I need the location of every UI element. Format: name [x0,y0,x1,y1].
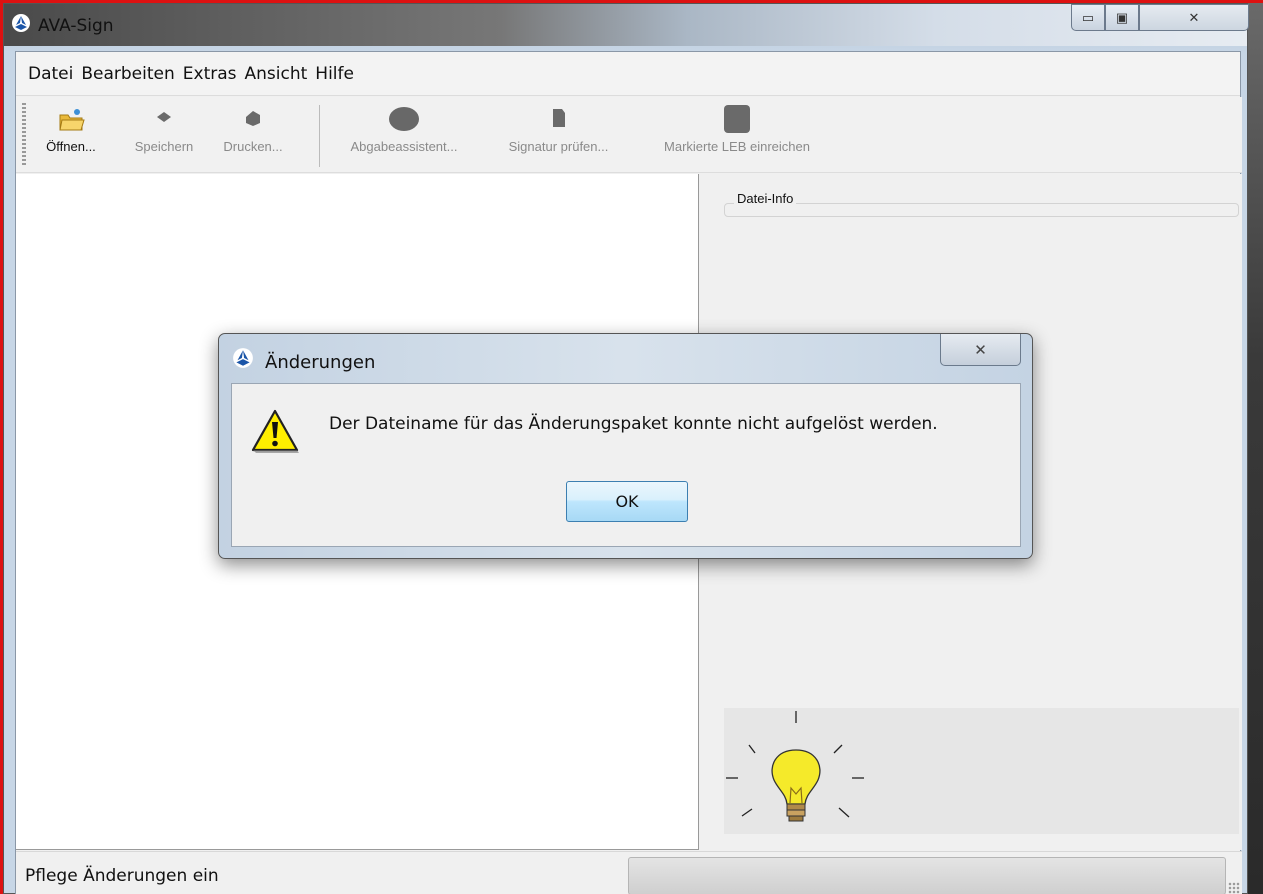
status-bar: Pflege Änderungen ein [16,851,1242,894]
save-button[interactable]: Speichern [124,103,204,154]
toolbar-separator [319,105,320,167]
signature-icon [552,109,565,127]
close-button[interactable]: ✕ [1139,4,1249,31]
app-logo-icon [233,348,253,368]
verify-label: Signatur prüfen... [508,139,609,154]
changes-dialog: Änderungen ✕ Der Dateiname für das Änder… [218,333,1033,559]
dialog-message: Der Dateiname für das Änderungspaket kon… [329,414,938,434]
hint-panel [724,708,1239,834]
print-icon [246,111,260,126]
wizard-label: Abgabeassistent... [350,139,458,154]
print-label: Drucken... [223,139,283,154]
window-title: AVA-Sign [38,16,114,36]
print-button[interactable]: Drucken... [216,103,290,154]
file-info-group [724,203,1239,217]
wizard-button[interactable]: Abgabeassistent... [334,103,474,154]
toolbar: Öffnen... Speichern Drucken... Abgabeass… [16,97,1242,173]
minimize-button[interactable]: ▭ [1071,4,1105,31]
ok-button[interactable]: OK [566,481,688,522]
resize-grip[interactable] [1228,882,1240,894]
save-icon [157,112,171,122]
wizard-icon [389,107,419,131]
dialog-close-button[interactable]: ✕ [940,334,1021,366]
desktop-background [1248,0,1263,894]
menu-datei[interactable]: Datei [28,62,73,86]
toolbar-grip[interactable] [22,103,26,167]
progress-bar [628,857,1226,894]
file-info-label: Datei-Info [734,191,797,206]
menu-ansicht[interactable]: Ansicht [245,62,308,86]
lightbulb-icon [726,711,864,822]
warning-icon [251,409,299,453]
open-button[interactable]: Öffnen... [34,103,108,154]
menu-hilfe[interactable]: Hilfe [315,62,354,86]
dialog-body: Der Dateiname für das Änderungspaket kon… [231,383,1021,547]
submit-icon [724,105,750,133]
submit-leb-button[interactable]: Markierte LEB einreichen [642,103,832,154]
status-text: Pflege Änderungen ein [25,866,219,886]
red-frame-left [0,0,3,894]
verify-signature-button[interactable]: Signatur prüfen... [491,103,626,154]
red-frame-top [0,0,1263,3]
maximize-button[interactable]: ▣ [1105,4,1139,31]
save-label: Speichern [134,139,194,154]
dialog-title: Änderungen [265,352,376,373]
submit-label: Markierte LEB einreichen [664,139,810,154]
menu-extras[interactable]: Extras [183,62,237,86]
title-bar[interactable]: AVA-Sign ▭ ▣ ✕ [4,4,1249,46]
folder-open-icon [59,109,85,131]
app-logo-icon [12,14,30,32]
menu-bar: Datei Bearbeiten Extras Ansicht Hilfe [16,52,1240,96]
menu-bearbeiten[interactable]: Bearbeiten [81,62,174,86]
open-label: Öffnen... [46,139,96,154]
